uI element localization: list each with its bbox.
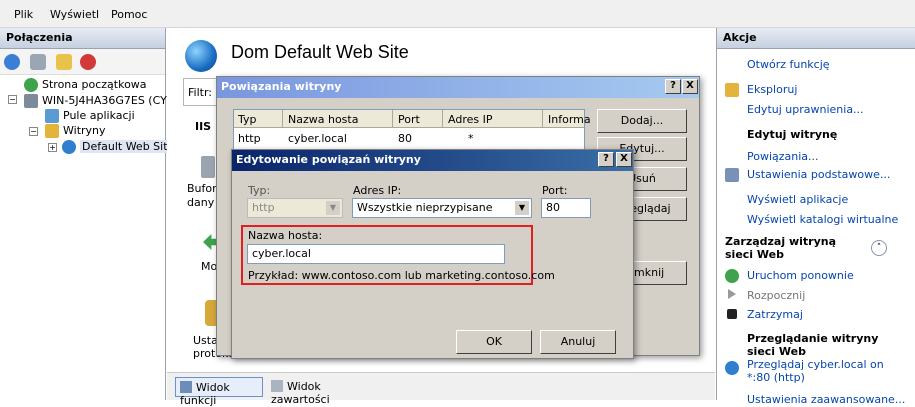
column-header[interactable]: Informa <box>548 113 591 126</box>
column-header[interactable]: Adres IP <box>448 113 492 126</box>
table-header: Typ Nazwa hosta Port Adres IP Informa <box>234 110 591 128</box>
save-icon[interactable] <box>30 54 46 70</box>
features-view-icon <box>180 381 192 393</box>
explore-link[interactable]: Eksploruj <box>747 83 797 96</box>
actions-header: Akcje <box>717 28 915 49</box>
content-view-icon <box>271 380 283 392</box>
open-feature-link[interactable]: Otwórz funkcję <box>747 58 830 71</box>
table-cell: 80 <box>398 132 412 145</box>
table-cell: cyber.local <box>288 132 347 145</box>
start-page-icon <box>24 78 38 92</box>
expand-icon[interactable]: + <box>48 143 57 152</box>
menu-file[interactable]: Plik <box>14 8 33 21</box>
page-title: Dom Default Web Site <box>231 42 409 62</box>
start-icon <box>728 289 736 299</box>
connections-toolbar <box>0 49 165 75</box>
column-header[interactable]: Port <box>398 113 420 126</box>
tree-server[interactable]: WIN-5J4HA36G7ES (CYB <box>42 94 174 107</box>
tab-content-view[interactable]: Widok zawartości <box>267 377 377 406</box>
feature-label[interactable]: Bufor dany <box>187 182 217 210</box>
tab-features-view[interactable]: Widok funkcji <box>175 377 263 407</box>
stop-link[interactable]: Zatrzymaj <box>747 308 803 321</box>
edit-binding-dialog: Edytowanie powiązań witryny ? X Typ: htt… <box>231 149 634 359</box>
view-vdirs-link[interactable]: Wyświetl katalogi wirtualne <box>747 213 898 226</box>
connections-header: Połączenia <box>0 28 165 49</box>
explore-folder-icon <box>725 83 739 97</box>
restart-link[interactable]: Uruchom ponownie <box>747 269 854 282</box>
help-button[interactable]: ? <box>665 79 681 94</box>
feature-label[interactable]: Mo <box>201 260 217 273</box>
collapse-chevron-icon[interactable]: ˄ <box>871 240 887 256</box>
table-row[interactable]: http cyber.local 80 * <box>234 129 584 147</box>
stop-icon <box>727 309 737 319</box>
port-input[interactable]: 80 <box>541 198 591 218</box>
cancel-button[interactable]: Anuluj <box>540 330 616 354</box>
website-globe-icon <box>62 140 76 154</box>
bindings-link[interactable]: Powiązania... <box>747 150 819 163</box>
group-label: IIS <box>195 120 212 133</box>
port-label: Port: <box>542 184 568 197</box>
host-label: Nazwa hosta: <box>248 229 323 242</box>
tree-sites[interactable]: Witryny <box>63 124 106 137</box>
edit-binding-title: Edytowanie powiązań witryny <box>232 150 633 171</box>
host-name-value: cyber.local <box>252 247 311 260</box>
add-button[interactable]: Dodaj... <box>597 109 687 133</box>
connect-icon[interactable] <box>4 54 20 70</box>
edit-binding-title-text: Edytowanie powiązań witryny <box>236 153 421 166</box>
site-bindings-title-text: Powiązania witryny <box>221 80 342 93</box>
start-link: Rozpocznij <box>747 289 806 302</box>
tree-start-page[interactable]: Strona początkowa <box>42 78 147 91</box>
folder-up-icon[interactable] <box>56 54 72 70</box>
close-button[interactable]: X <box>616 152 632 167</box>
host-name-input[interactable]: cyber.local <box>247 244 505 264</box>
connections-panel: Połączenia Strona początkowa − WIN-5J4HA… <box>0 28 177 400</box>
edit-permissions-link[interactable]: Edytuj uprawnienia... <box>747 103 864 116</box>
help-button[interactable]: ? <box>598 152 614 167</box>
port-value: 80 <box>546 201 560 214</box>
app-pools-icon <box>45 109 59 123</box>
type-label: Typ: <box>248 184 271 197</box>
host-example-text: Przykład: www.contoso.com lub marketing.… <box>248 269 555 282</box>
table-cell: http <box>238 132 261 145</box>
modules-icon[interactable] <box>203 234 217 250</box>
ok-button[interactable]: OK <box>456 330 532 354</box>
column-header[interactable]: Nazwa hosta <box>288 113 358 126</box>
collapse-icon[interactable]: − <box>29 127 38 136</box>
ip-address-select[interactable]: Wszystkie nieprzypisane ▼ <box>352 198 532 218</box>
view-apps-link[interactable]: Wyświetl aplikacje <box>747 193 848 206</box>
site-bindings-title: Powiązania witryny <box>217 77 699 98</box>
output-cache-icon[interactable] <box>201 156 215 178</box>
close-button[interactable]: X <box>682 79 698 94</box>
type-select: http ▼ <box>247 198 343 218</box>
sites-folder-icon <box>45 124 59 138</box>
menu-view[interactable]: Wyświetl <box>50 8 99 21</box>
manage-site-heading: Zarządzaj witryną sieci Web <box>725 235 836 261</box>
menu-help[interactable]: Pomoc <box>111 8 147 21</box>
ip-label: Adres IP: <box>353 184 402 197</box>
disconnect-icon[interactable] <box>80 54 96 70</box>
tree-default-site[interactable]: Default Web Site <box>80 140 177 153</box>
actions-panel: Akcje Otwórz funkcję Eksploruj Edytuj up… <box>716 28 915 406</box>
browse-link[interactable]: Przeglądaj cyber.local on *:80 (http) <box>747 358 907 384</box>
column-header[interactable]: Typ <box>238 113 257 126</box>
restart-icon <box>725 269 739 283</box>
view-switch-bar: Widok funkcji Widok zawartości <box>167 372 715 407</box>
tree-app-pools[interactable]: Pule aplikacji <box>63 109 135 122</box>
collapse-icon[interactable]: − <box>8 95 17 104</box>
table-cell: * <box>468 132 474 145</box>
chevron-down-icon: ▼ <box>326 201 340 215</box>
ip-address-value: Wszystkie nieprzypisane <box>357 201 493 214</box>
filter-label: Filtr: <box>188 86 212 99</box>
basic-settings-icon <box>725 168 739 182</box>
site-globe-icon <box>185 40 217 72</box>
browse-site-heading: Przeglądanie witryny sieci Web <box>747 332 879 358</box>
menu-bar: Plik Wyświetl Pomoc <box>0 0 915 28</box>
server-icon <box>24 94 38 108</box>
chevron-down-icon[interactable]: ▼ <box>515 201 529 215</box>
edit-site-heading: Edytuj witrynę <box>747 128 838 141</box>
basic-settings-link[interactable]: Ustawienia podstawowe... <box>747 168 890 181</box>
type-select-value: http <box>252 201 275 214</box>
browse-globe-icon <box>725 361 739 375</box>
